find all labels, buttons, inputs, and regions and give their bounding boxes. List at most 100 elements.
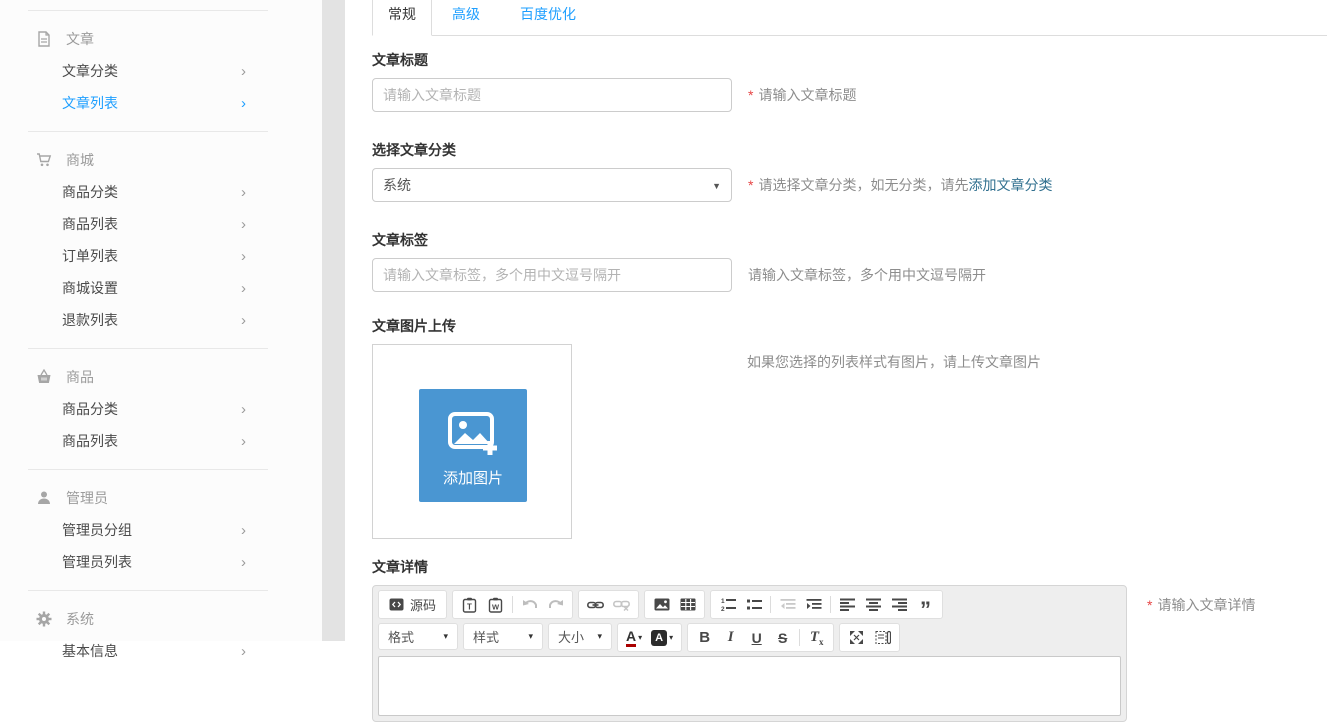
redo-button[interactable] <box>543 592 568 617</box>
sidebar-item-order-list[interactable]: 订单列表 › <box>28 240 268 272</box>
sidebar-item-goods-category[interactable]: 商品分类 › <box>28 176 268 208</box>
field-label: 文章标签 <box>372 230 1327 250</box>
chevron-right-icon: › <box>241 217 268 232</box>
field-label: 文章图片上传 <box>372 316 1327 336</box>
field-article-category: 选择文章分类 系统 ▼ * 请选择文章分类，如无分类，请先 添加文章分类 <box>372 140 1327 202</box>
underline-button[interactable]: U <box>744 625 769 650</box>
increase-indent-button[interactable] <box>801 592 826 617</box>
tab-baidu-seo[interactable]: 百度优化 <box>500 0 596 35</box>
sidebar-header-label: 商品 <box>66 367 94 387</box>
bg-color-button[interactable]: A ▾ <box>647 625 677 650</box>
article-category-select[interactable]: 系统 ▼ <box>372 168 732 202</box>
tab-label: 百度优化 <box>520 4 576 24</box>
sidebar-item-label: 商品列表 <box>62 431 118 451</box>
article-tags-input[interactable] <box>372 258 732 292</box>
add-article-category-link[interactable]: 添加文章分类 <box>968 175 1052 195</box>
sidebar-item-refund-list[interactable]: 退款列表 › <box>28 304 268 336</box>
bold-button[interactable]: B <box>692 625 717 650</box>
tab-advanced[interactable]: 高级 <box>432 0 500 35</box>
field-article-title: 文章标题 * 请输入文章标题 <box>372 50 1327 112</box>
underline-icon: U <box>752 630 762 646</box>
paste-word-button[interactable]: W <box>483 592 508 617</box>
field-article-image: 文章图片上传 添加图片 如果您选择的列表样式有图片，请上传文章图片 <box>372 316 1327 539</box>
insert-image-button[interactable] <box>649 592 674 617</box>
hint-text: 如果您选择的列表样式有图片，请上传文章图片 <box>747 352 1041 372</box>
tab-label: 常规 <box>388 4 416 24</box>
sidebar-item-product-list[interactable]: 商品列表 › <box>28 425 268 457</box>
sidebar-item-mall-settings[interactable]: 商城设置 › <box>28 272 268 304</box>
unlink-button[interactable] <box>609 592 634 617</box>
tab-label: 高级 <box>452 4 480 24</box>
field-hint: * 请输入文章标题 <box>748 85 856 105</box>
required-star: * <box>748 177 753 193</box>
size-combo[interactable]: 大小 ▾ <box>548 623 612 650</box>
sidebar-item-product-category[interactable]: 商品分类 › <box>28 393 268 425</box>
toolbar-separator <box>830 596 831 613</box>
decrease-indent-button[interactable] <box>775 592 800 617</box>
sidebar-item-basic-info[interactable]: 基本信息 › <box>28 635 268 667</box>
text-color-button[interactable]: A ▾ <box>622 625 646 650</box>
article-title-input[interactable] <box>372 78 732 112</box>
sidebar-item-admin-group[interactable]: 管理员分组 › <box>28 514 268 546</box>
bg-color-icon: A <box>651 630 667 646</box>
panel-gutter <box>322 0 345 641</box>
required-star: * <box>748 87 753 103</box>
align-center-button[interactable] <box>861 592 886 617</box>
svg-text:T: T <box>467 602 472 611</box>
sidebar-item-article-list[interactable]: 文章列表 › <box>28 87 268 119</box>
add-image-button[interactable]: 添加图片 <box>419 389 527 502</box>
bulleted-list-button[interactable] <box>741 592 766 617</box>
sidebar-item-article-category[interactable]: 文章分类 › <box>28 55 268 87</box>
sidebar-item-label: 文章分类 <box>62 61 118 81</box>
sidebar: 文章 文章分类 › 文章列表 › 商城 商品分类 › <box>0 0 322 641</box>
paste-text-button[interactable]: T <box>457 592 482 617</box>
align-right-button[interactable] <box>887 592 912 617</box>
numbered-list-button[interactable]: 12 <box>715 592 740 617</box>
format-combo[interactable]: 格式 ▾ <box>378 623 458 650</box>
styles-combo[interactable]: 样式 ▾ <box>463 623 543 650</box>
chevron-right-icon: › <box>241 523 268 538</box>
chevron-right-icon: › <box>241 434 268 449</box>
sidebar-item-label: 管理员列表 <box>62 552 132 572</box>
combo-label: 格式 <box>388 627 414 646</box>
align-left-icon <box>840 598 855 611</box>
sidebar-section-article: 文章 文章分类 › 文章列表 › <box>28 11 268 131</box>
tab-bar: 常规 高级 百度优化 <box>372 0 1327 36</box>
link-button[interactable] <box>583 592 608 617</box>
undo-button[interactable] <box>517 592 542 617</box>
caret-down-icon: ▾ <box>597 631 602 642</box>
sidebar-item-label: 商品分类 <box>62 399 118 419</box>
hint-text: 请输入文章标签，多个用中文逗号隔开 <box>748 265 986 285</box>
sidebar-section-mall: 商城 商品分类 › 商品列表 › 订单列表 › 商城设置 › 退款列表 › <box>28 132 268 348</box>
chevron-right-icon: › <box>241 644 268 659</box>
maximize-button[interactable] <box>844 625 869 650</box>
sidebar-header-label: 管理员 <box>66 488 108 508</box>
select-arrow-icon: ▼ <box>712 181 721 191</box>
sidebar-item-label: 商城设置 <box>62 278 118 298</box>
field-hint: 如果您选择的列表样式有图片，请上传文章图片 <box>747 352 1041 372</box>
source-code-label: 源码 <box>410 595 436 614</box>
sidebar-item-goods-list[interactable]: 商品列表 › <box>28 208 268 240</box>
source-code-button[interactable]: 源码 <box>383 592 442 617</box>
sidebar-section-product: 商品 商品分类 › 商品列表 › <box>28 349 268 469</box>
remove-format-button[interactable]: Tx <box>804 625 829 650</box>
field-label: 文章标题 <box>372 50 1327 70</box>
user-icon <box>36 490 52 506</box>
strikethrough-button[interactable]: S <box>770 625 795 650</box>
select-value: 系统 <box>383 175 411 195</box>
editor-content-area[interactable] <box>378 656 1121 716</box>
sidebar-item-label: 订单列表 <box>62 246 118 266</box>
blockquote-button[interactable]: ” <box>913 592 938 617</box>
tab-general[interactable]: 常规 <box>372 0 432 36</box>
align-left-button[interactable] <box>835 592 860 617</box>
insert-table-button[interactable] <box>675 592 700 617</box>
show-blocks-button[interactable] <box>870 625 895 650</box>
strikethrough-icon: S <box>778 630 787 646</box>
align-right-icon <box>892 598 907 611</box>
unlink-icon <box>613 599 630 611</box>
italic-button[interactable]: I <box>718 625 743 650</box>
sidebar-item-admin-list[interactable]: 管理员列表 › <box>28 546 268 578</box>
chevron-right-icon: › <box>241 555 268 570</box>
image-upload-dropzone[interactable]: 添加图片 <box>372 344 572 539</box>
svg-text:W: W <box>492 602 500 611</box>
